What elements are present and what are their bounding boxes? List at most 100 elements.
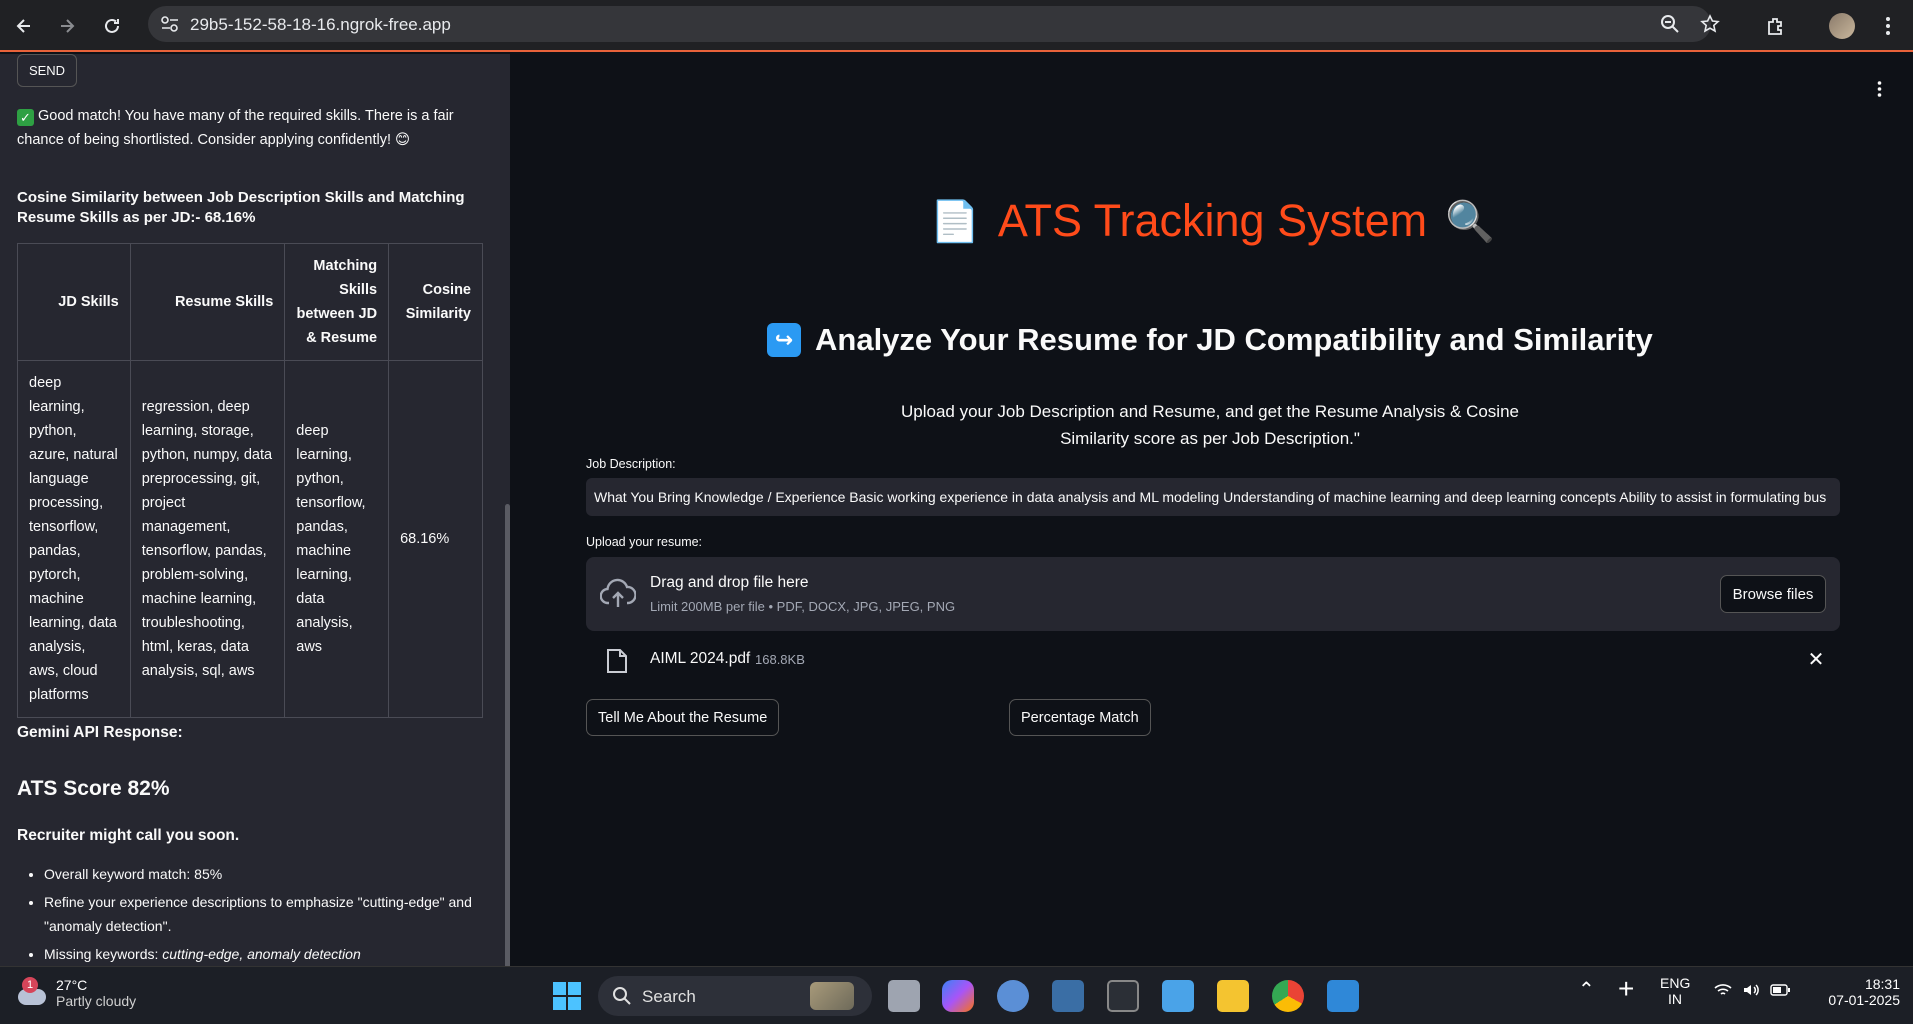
file-icon	[607, 649, 627, 673]
tell-me-about-resume-button[interactable]: Tell Me About the Resume	[586, 699, 780, 736]
weather-temperature: 27°C	[56, 977, 88, 993]
reload-icon	[105, 18, 119, 33]
kebab-menu-icon	[1886, 17, 1890, 35]
percentage-match-button[interactable]: Percentage Match	[1009, 699, 1151, 736]
puzzle-icon	[1768, 18, 1782, 35]
jd-label: Job Description:	[586, 457, 676, 471]
table-header-row: JD Skills Resume Skills Matching Skills …	[17, 243, 483, 361]
zoom-icon[interactable]	[1660, 14, 1680, 34]
sidebar: SEND ✓ Good match! You have many of the r…	[0, 54, 510, 966]
region-code: IN	[1668, 991, 1682, 1007]
uploaded-file-name: AIML 2024.pdf	[650, 650, 751, 667]
list-item: Overall keyword match: 85%	[44, 862, 484, 886]
clock[interactable]: 18:31 07-01-2025	[1810, 976, 1900, 1008]
header-cosine-similarity: Cosine Similarity	[388, 243, 483, 361]
missing-keywords-label: Missing keywords:	[44, 946, 163, 962]
cosine-similarity-title: Cosine Similarity between Job Descriptio…	[17, 189, 465, 226]
address-bar[interactable]: 29b5-152-58-18-16.ngrok-free.app	[148, 6, 1720, 42]
wifi-icon[interactable]	[1714, 983, 1732, 1000]
document-icon: 📄	[930, 199, 980, 244]
sidebar-scrollbar[interactable]	[505, 504, 510, 966]
cell-jd-skills: deep learning, python, azure, natural la…	[17, 360, 131, 718]
weather-condition: Partly cloudy	[56, 993, 137, 1009]
page-title: 📄 ATS Tracking System 🔍	[930, 195, 1495, 247]
back-arrow-icon	[16, 19, 30, 33]
cell-cosine-similarity: 68.16%	[388, 360, 483, 718]
gemini-response-label: Gemini API Response:	[17, 724, 183, 741]
resume-label: Upload your resume:	[586, 535, 703, 549]
bookmark-star-icon[interactable]	[1700, 14, 1720, 34]
table-row: deep learning, python, azure, natural la…	[17, 360, 483, 718]
cell-matching-skills: deep learning, python, tensorflow, panda…	[284, 360, 390, 718]
url-text: 29b5-152-58-18-16.ngrok-free.app	[190, 15, 451, 34]
windows-logo-icon	[553, 982, 581, 1010]
taskbar-search[interactable]: Search	[598, 976, 872, 1016]
clock-date: 07-01-2025	[1828, 992, 1900, 1008]
page-subtitle: ↪ Analyze Your Resume for JD Compatibili…	[767, 322, 1653, 358]
search-highlight-icon	[810, 982, 854, 1010]
reload-button[interactable]	[98, 12, 126, 40]
language-code: ENG	[1660, 975, 1691, 991]
language-indicator[interactable]: ENG IN	[1660, 975, 1690, 1007]
weather-badge: 1	[22, 977, 38, 993]
profile-avatar[interactable]	[1828, 12, 1856, 40]
back-button[interactable]	[10, 12, 38, 40]
dropzone-title: Drag and drop file here	[650, 574, 809, 591]
header-jd-skills: JD Skills	[17, 243, 131, 361]
vscode-icon[interactable]	[1327, 980, 1359, 1012]
tray-overflow-icon[interactable]: ⌃	[1578, 977, 1595, 1002]
check-mark-icon: ✓	[17, 109, 34, 126]
extensions-button[interactable]	[1762, 12, 1790, 40]
avatar-icon	[1829, 13, 1855, 39]
weather-widget[interactable]: 1 27°C Partly cloudy	[16, 977, 136, 1009]
site-settings-icon[interactable]	[160, 15, 180, 33]
return-arrow-icon: ↪	[767, 323, 801, 357]
mysql-workbench-icon[interactable]	[1052, 980, 1084, 1012]
file-explorer-icon[interactable]	[1217, 980, 1249, 1012]
ats-score-heading: ATS Score 82%	[17, 777, 170, 800]
task-view-icon[interactable]	[888, 980, 920, 1012]
magnifier-icon: 🔍	[1445, 199, 1495, 244]
search-icon	[613, 987, 631, 1005]
skills-table: JD Skills Resume Skills Matching Skills …	[17, 243, 483, 718]
search-placeholder: Search	[642, 987, 696, 1006]
volume-icon[interactable]	[1742, 981, 1760, 1002]
clock-time: 18:31	[1864, 976, 1900, 992]
add-icon[interactable]: +	[1618, 973, 1634, 1005]
uploaded-file-size: 168.8KB	[755, 652, 805, 667]
upload-description: Upload your Job Description and Resume, …	[900, 402, 1519, 448]
dropzone-limit: Limit 200MB per file • PDF, DOCX, JPG, J…	[650, 599, 956, 614]
copilot-icon[interactable]	[942, 980, 974, 1012]
list-item: Refine your experience descriptions to e…	[44, 890, 484, 938]
forward-button[interactable]	[53, 12, 81, 40]
browser-toolbar: 29b5-152-58-18-16.ngrok-free.app	[0, 0, 1913, 52]
header-matching-skills: Matching Skills between JD & Resume	[284, 243, 390, 361]
battery-icon[interactable]	[1770, 983, 1790, 999]
notepad-icon[interactable]	[1162, 980, 1194, 1012]
forward-arrow-icon	[61, 19, 75, 33]
terminal-icon[interactable]	[1107, 980, 1139, 1012]
chrome-icon[interactable]	[1272, 980, 1304, 1012]
resume-dropzone[interactable]: Drag and drop file here Limit 200MB per …	[586, 557, 1840, 631]
weather-cloud-icon: 1	[16, 977, 48, 1009]
missing-keywords-value: cutting-edge, anomaly detection	[162, 946, 361, 962]
settings-gear-icon[interactable]	[997, 980, 1029, 1012]
cell-resume-skills: regression, deep learning, storage, pyth…	[129, 360, 286, 718]
kebab-menu-icon	[1877, 81, 1881, 97]
cloud-upload-icon	[600, 578, 636, 607]
good-match-text: Good match! You have many of the require…	[17, 108, 454, 148]
page-title-text: ATS Tracking System	[997, 195, 1428, 246]
job-description-input[interactable]: What You Bring Knowledge / Experience Ba…	[586, 478, 1840, 516]
header-resume-skills: Resume Skills	[129, 243, 286, 361]
app-menu-button[interactable]	[1869, 78, 1889, 100]
page-subtitle-text: Analyze Your Resume for JD Compatibility…	[815, 322, 1653, 357]
list-item: Missing keywords: cutting-edge, anomaly …	[44, 942, 484, 966]
remove-file-icon[interactable]: ✕	[1806, 648, 1826, 671]
tips-list: Overall keyword match: 85% Refine your e…	[44, 862, 484, 966]
good-match-message: ✓ Good match! You have many of the requir…	[17, 104, 457, 152]
chrome-menu-button[interactable]	[1874, 12, 1902, 40]
windows-taskbar: 1 27°C Partly cloudy Search ⌃ + ENG IN 1…	[0, 966, 1913, 1024]
start-button[interactable]	[551, 980, 583, 1012]
send-button[interactable]: SEND	[17, 54, 77, 87]
browse-files-button[interactable]: Browse files	[1720, 575, 1826, 613]
